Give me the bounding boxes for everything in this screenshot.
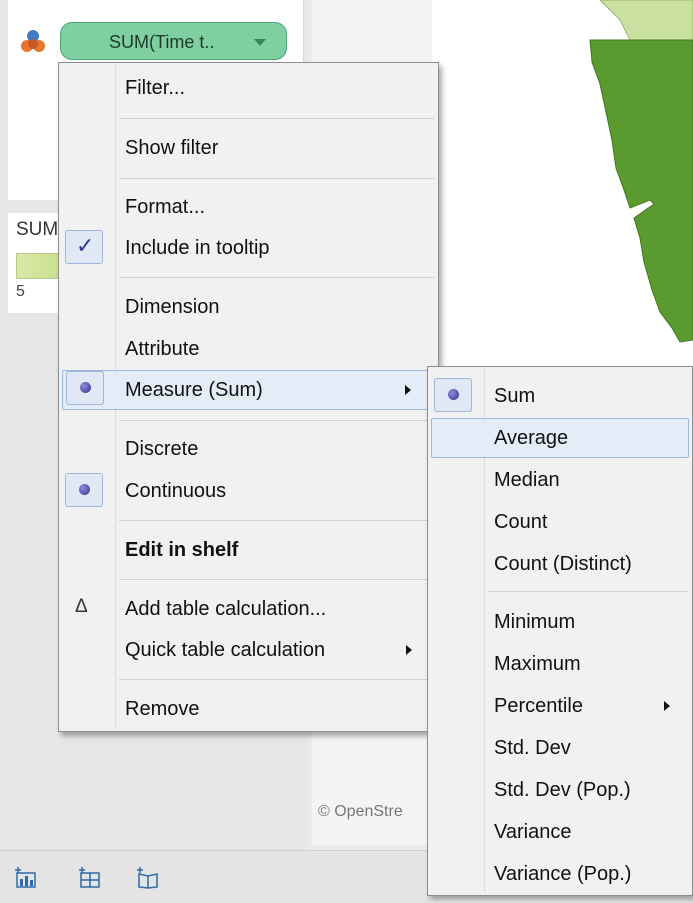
menu-separator	[119, 178, 434, 179]
menu-item-label: Maximum	[494, 653, 581, 675]
menu-separator	[119, 579, 434, 580]
radio-dot-icon	[79, 484, 90, 495]
menu-separator	[119, 277, 434, 278]
menu-item-label: Std. Dev	[494, 737, 571, 759]
submenu-item-minimum[interactable]: Minimum	[428, 603, 692, 641]
radio-box	[66, 371, 104, 405]
menu-item-discrete[interactable]: Discrete	[59, 430, 438, 468]
color-marks-icon[interactable]	[18, 27, 48, 57]
menu-item-label: Include in tooltip	[125, 237, 270, 259]
menu-separator	[119, 679, 434, 680]
menu-item-label: Filter...	[125, 77, 186, 99]
sheet-tab-bar	[0, 850, 430, 903]
submenu-item-std-dev[interactable]: Std. Dev	[428, 729, 692, 767]
menu-item-label: Median	[494, 469, 560, 491]
submenu-item-variance-pop[interactable]: Variance (Pop.)	[428, 855, 692, 893]
pill-label: SUM(Time t..	[109, 32, 215, 52]
menu-item-label: Remove	[125, 698, 200, 720]
map-attribution[interactable]: © OpenStre	[318, 803, 403, 821]
menu-item-dimension[interactable]: Dimension	[59, 288, 438, 326]
menu-item-label: Count	[494, 511, 548, 533]
menu-item-remove[interactable]: Remove	[59, 690, 438, 728]
menu-item-label: Add table calculation...	[125, 598, 327, 620]
submenu-item-maximum[interactable]: Maximum	[428, 645, 692, 683]
menu-item-label: Count (Distinct)	[494, 553, 632, 575]
new-worksheet-icon[interactable]	[14, 867, 38, 889]
menu-item-measure[interactable]: Measure (Sum)	[62, 370, 435, 410]
menu-item-quick-table-calculation[interactable]: Quick table calculation	[59, 631, 438, 669]
legend-title: SUM	[16, 219, 59, 240]
submenu-item-sum[interactable]: Sum	[428, 377, 692, 415]
radio-box	[65, 473, 103, 507]
menu-item-format[interactable]: Format...	[59, 188, 438, 226]
menu-item-edit-in-shelf[interactable]: Edit in shelf	[59, 531, 438, 569]
new-story-icon[interactable]	[136, 867, 160, 889]
menu-item-label: Std. Dev (Pop.)	[494, 779, 631, 801]
menu-item-label: Dimension	[125, 296, 220, 318]
menu-separator	[119, 420, 434, 421]
radio-box	[434, 378, 472, 412]
submenu-arrow-icon	[664, 701, 670, 711]
menu-item-label: Percentile	[494, 695, 583, 717]
menu-item-attribute[interactable]: Attribute	[59, 330, 438, 368]
menu-item-include-in-tooltip[interactable]: ✓ Include in tooltip	[59, 229, 438, 267]
menu-item-label: Continuous	[125, 480, 227, 502]
menu-item-label: Measure (Sum)	[125, 379, 263, 401]
menu-item-show-filter[interactable]: Show filter	[59, 129, 438, 167]
pill-context-menu: Filter... Show filter Format... ✓ Includ…	[58, 62, 439, 732]
menu-item-add-table-calculation[interactable]: Δ Add table calculation...	[59, 590, 438, 628]
menu-separator	[488, 591, 688, 592]
delta-icon: Δ	[75, 596, 88, 617]
menu-item-label: Sum	[494, 385, 536, 407]
menu-item-label: Attribute	[125, 338, 200, 360]
check-box: ✓	[65, 230, 103, 264]
aggregation-submenu: Sum Average Median Count Count (Distinct…	[427, 366, 693, 896]
submenu-arrow-icon	[406, 645, 412, 655]
menu-item-label: Variance (Pop.)	[494, 863, 632, 885]
submenu-item-count-distinct[interactable]: Count (Distinct)	[428, 545, 692, 583]
new-dashboard-icon[interactable]	[78, 867, 102, 889]
checkmark-icon: ✓	[76, 233, 95, 258]
menu-item-label: Variance	[494, 821, 572, 843]
menu-item-label: Show filter	[125, 137, 219, 159]
menu-item-label: Average	[494, 427, 569, 449]
menu-item-filter[interactable]: Filter...	[59, 69, 438, 107]
menu-item-continuous[interactable]: Continuous	[59, 472, 438, 510]
menu-item-label: Discrete	[125, 438, 199, 460]
measure-pill[interactable]: SUM(Time t..	[60, 22, 287, 60]
menu-separator	[119, 520, 434, 521]
radio-dot-icon	[80, 382, 91, 393]
menu-item-label: Minimum	[494, 611, 576, 633]
submenu-item-variance[interactable]: Variance	[428, 813, 692, 851]
chevron-down-icon[interactable]	[254, 39, 266, 46]
menu-separator	[119, 118, 434, 119]
menu-item-label: Edit in shelf	[125, 539, 239, 561]
submenu-item-median[interactable]: Median	[428, 461, 692, 499]
menu-item-label: Format...	[125, 196, 206, 218]
submenu-item-percentile[interactable]: Percentile	[428, 687, 692, 725]
legend-value: 5	[16, 283, 25, 300]
submenu-item-std-dev-pop[interactable]: Std. Dev (Pop.)	[428, 771, 692, 809]
submenu-item-count[interactable]: Count	[428, 503, 692, 541]
menu-item-label: Quick table calculation	[125, 639, 326, 661]
map-region-shape[interactable]	[560, 0, 693, 360]
submenu-item-average[interactable]: Average	[431, 418, 689, 458]
submenu-arrow-icon	[405, 385, 411, 395]
radio-dot-icon	[448, 389, 459, 400]
